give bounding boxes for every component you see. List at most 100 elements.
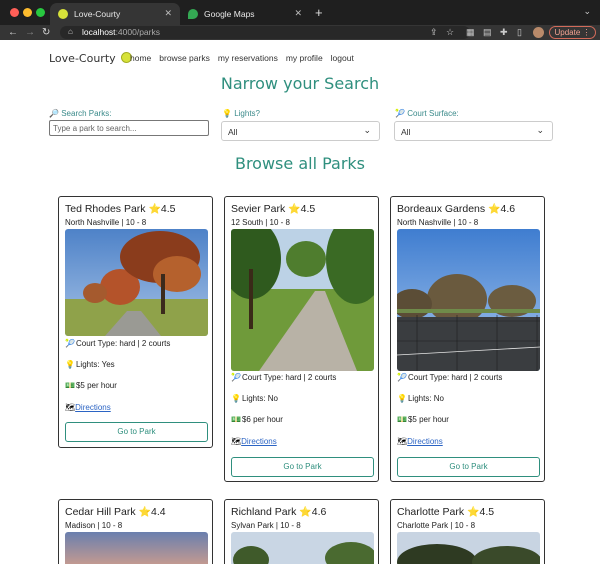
extension-icon[interactable]: ▤ [483,26,492,39]
puzzle-icon[interactable]: ✚ [500,26,508,39]
close-icon[interactable]: ✕ [294,8,302,19]
tab-search-icon[interactable]: ⌄ [583,6,591,17]
star-icon: ⭐ [288,204,301,215]
main-nav: home browse parks my reservations my pro… [130,53,354,63]
close-icon[interactable]: ✕ [164,8,172,19]
money-icon: 💵 [231,415,241,424]
star-icon: ⭐ [299,507,312,518]
nav-my-reservations[interactable]: my reservations [218,53,278,63]
side-panel-icon[interactable]: ▯ [517,26,522,39]
go-to-park-button[interactable]: Go to Park [231,457,374,477]
court-surface-select[interactable]: All ⌄ [394,121,553,141]
directions-link[interactable]: Directions [407,437,443,446]
park-title: Richland Park ⭐4.6 [231,506,327,518]
browser-tab-bar: Love-Courty ✕ Google Maps ✕ + ⌄ [0,0,600,25]
url-text: localhost:4000/parks [82,27,160,37]
home-icon[interactable]: ⌂ [68,27,73,36]
lights-info: 💡Lights: No [231,394,278,403]
nav-my-profile[interactable]: my profile [286,53,323,63]
nav-home[interactable]: home [130,53,151,63]
reload-icon[interactable]: ↻ [42,26,50,39]
price-info: 💵$5 per hour [397,415,449,424]
browser-toolbar: ← → ↻ ⌂ localhost:4000/parks ⇪ ☆ ▦ ▤ ✚ ▯… [0,25,600,40]
profile-avatar[interactable] [533,27,544,38]
search-heading: Narrow your Search [220,74,380,93]
park-area: North Nashville | 10 - 8 [65,218,147,227]
park-area: North Nashville | 10 - 8 [397,218,479,227]
court-type: 🎾Court Type: hard | 2 courts [231,373,337,382]
lightbulb-icon: 💡 [65,360,75,369]
park-card: Richland Park ⭐4.6 Sylvan Park | 10 - 8 [224,499,379,564]
window-minimize-button[interactable] [23,8,32,17]
star-icon: ⭐ [488,204,501,215]
brand-name: Love-Courty [49,52,116,65]
park-card: Sevier Park ⭐4.5 12 South | 10 - 8 🎾Cour… [224,196,379,482]
magnifier-icon: 🔎 [49,109,59,118]
chevron-down-icon: ⌄ [363,125,371,135]
url-path: :4000/parks [115,27,160,37]
back-icon[interactable]: ← [8,26,18,39]
directions: 🗺Directions [397,437,443,446]
new-tab-button[interactable]: + [315,5,323,20]
park-title: Sevier Park ⭐4.5 [231,203,316,215]
court-surface-label: 🎾 Court Surface: [395,109,459,118]
map-icon: 🗺 [231,437,242,446]
bookmark-star-icon[interactable]: ☆ [446,26,454,39]
tennis-racket-icon: 🎾 [397,373,407,382]
nav-logout[interactable]: logout [331,53,354,63]
search-input[interactable] [49,120,209,136]
lightbulb-icon: 💡 [231,394,241,403]
price-info: 💵$5 per hour [65,381,117,390]
lights-label: 💡 Lights? [222,109,260,118]
extension-icon[interactable]: ▦ [466,26,475,39]
directions: 🗺Directions [65,403,111,412]
park-title: Charlotte Park ⭐4.5 [397,506,495,518]
map-pin-icon [188,9,198,19]
go-to-park-button[interactable]: Go to Park [397,457,540,477]
court-type: 🎾Court Type: hard | 2 courts [65,339,171,348]
price-info: 💵$6 per hour [231,415,283,424]
nav-browse-parks[interactable]: browse parks [159,53,210,63]
park-photo [65,229,208,336]
lights-value: All [228,127,238,137]
directions: 🗺Directions [231,437,277,446]
directions-link[interactable]: Directions [241,437,277,446]
window-maximize-button[interactable] [36,8,45,17]
search-label: 🔎 Search Parks: [49,109,112,118]
star-icon: ⭐ [138,507,151,518]
update-button[interactable]: Update ⋮ [549,26,596,39]
park-area: 12 South | 10 - 8 [231,218,291,227]
tennis-racket-icon: 🎾 [231,373,241,382]
map-icon: 🗺 [65,403,76,412]
park-area: Sylvan Park | 10 - 8 [231,521,301,530]
address-bar[interactable]: ⌂ localhost:4000/parks [60,26,470,39]
browser-tab-love-courty[interactable]: Love-Courty ✕ [50,3,180,25]
surface-value: All [401,127,411,137]
park-title: Ted Rhodes Park ⭐4.5 [65,203,176,215]
share-icon[interactable]: ⇪ [430,26,438,39]
star-icon: ⭐ [467,507,480,518]
lightbulb-icon: 💡 [222,109,232,118]
map-icon: 🗺 [397,437,408,446]
park-photo [65,532,208,564]
park-card: Charlotte Park ⭐4.5 Charlotte Park | 10 … [390,499,545,564]
lightbulb-icon: 💡 [397,394,407,403]
park-photo [231,532,374,564]
court-type: 🎾Court Type: hard | 2 courts [397,373,503,382]
directions-link[interactable]: Directions [75,403,111,412]
park-photo [231,229,374,371]
url-host: localhost [82,27,116,37]
park-card: Ted Rhodes Park ⭐4.5 North Nashville | 1… [58,196,213,448]
lights-info: 💡Lights: No [397,394,444,403]
browser-tab-google-maps[interactable]: Google Maps ✕ [180,3,310,25]
window-close-button[interactable] [10,8,19,17]
tab-title: Google Maps [204,9,255,19]
chevron-down-icon: ⌄ [536,125,544,135]
forward-icon[interactable]: → [25,26,35,39]
money-icon: 💵 [65,381,75,390]
park-photo [397,229,540,371]
park-area: Madison | 10 - 8 [65,521,123,530]
lights-select[interactable]: All ⌄ [221,121,380,141]
go-to-park-button[interactable]: Go to Park [65,422,208,442]
brand-logo[interactable]: Love-Courty [49,52,133,65]
